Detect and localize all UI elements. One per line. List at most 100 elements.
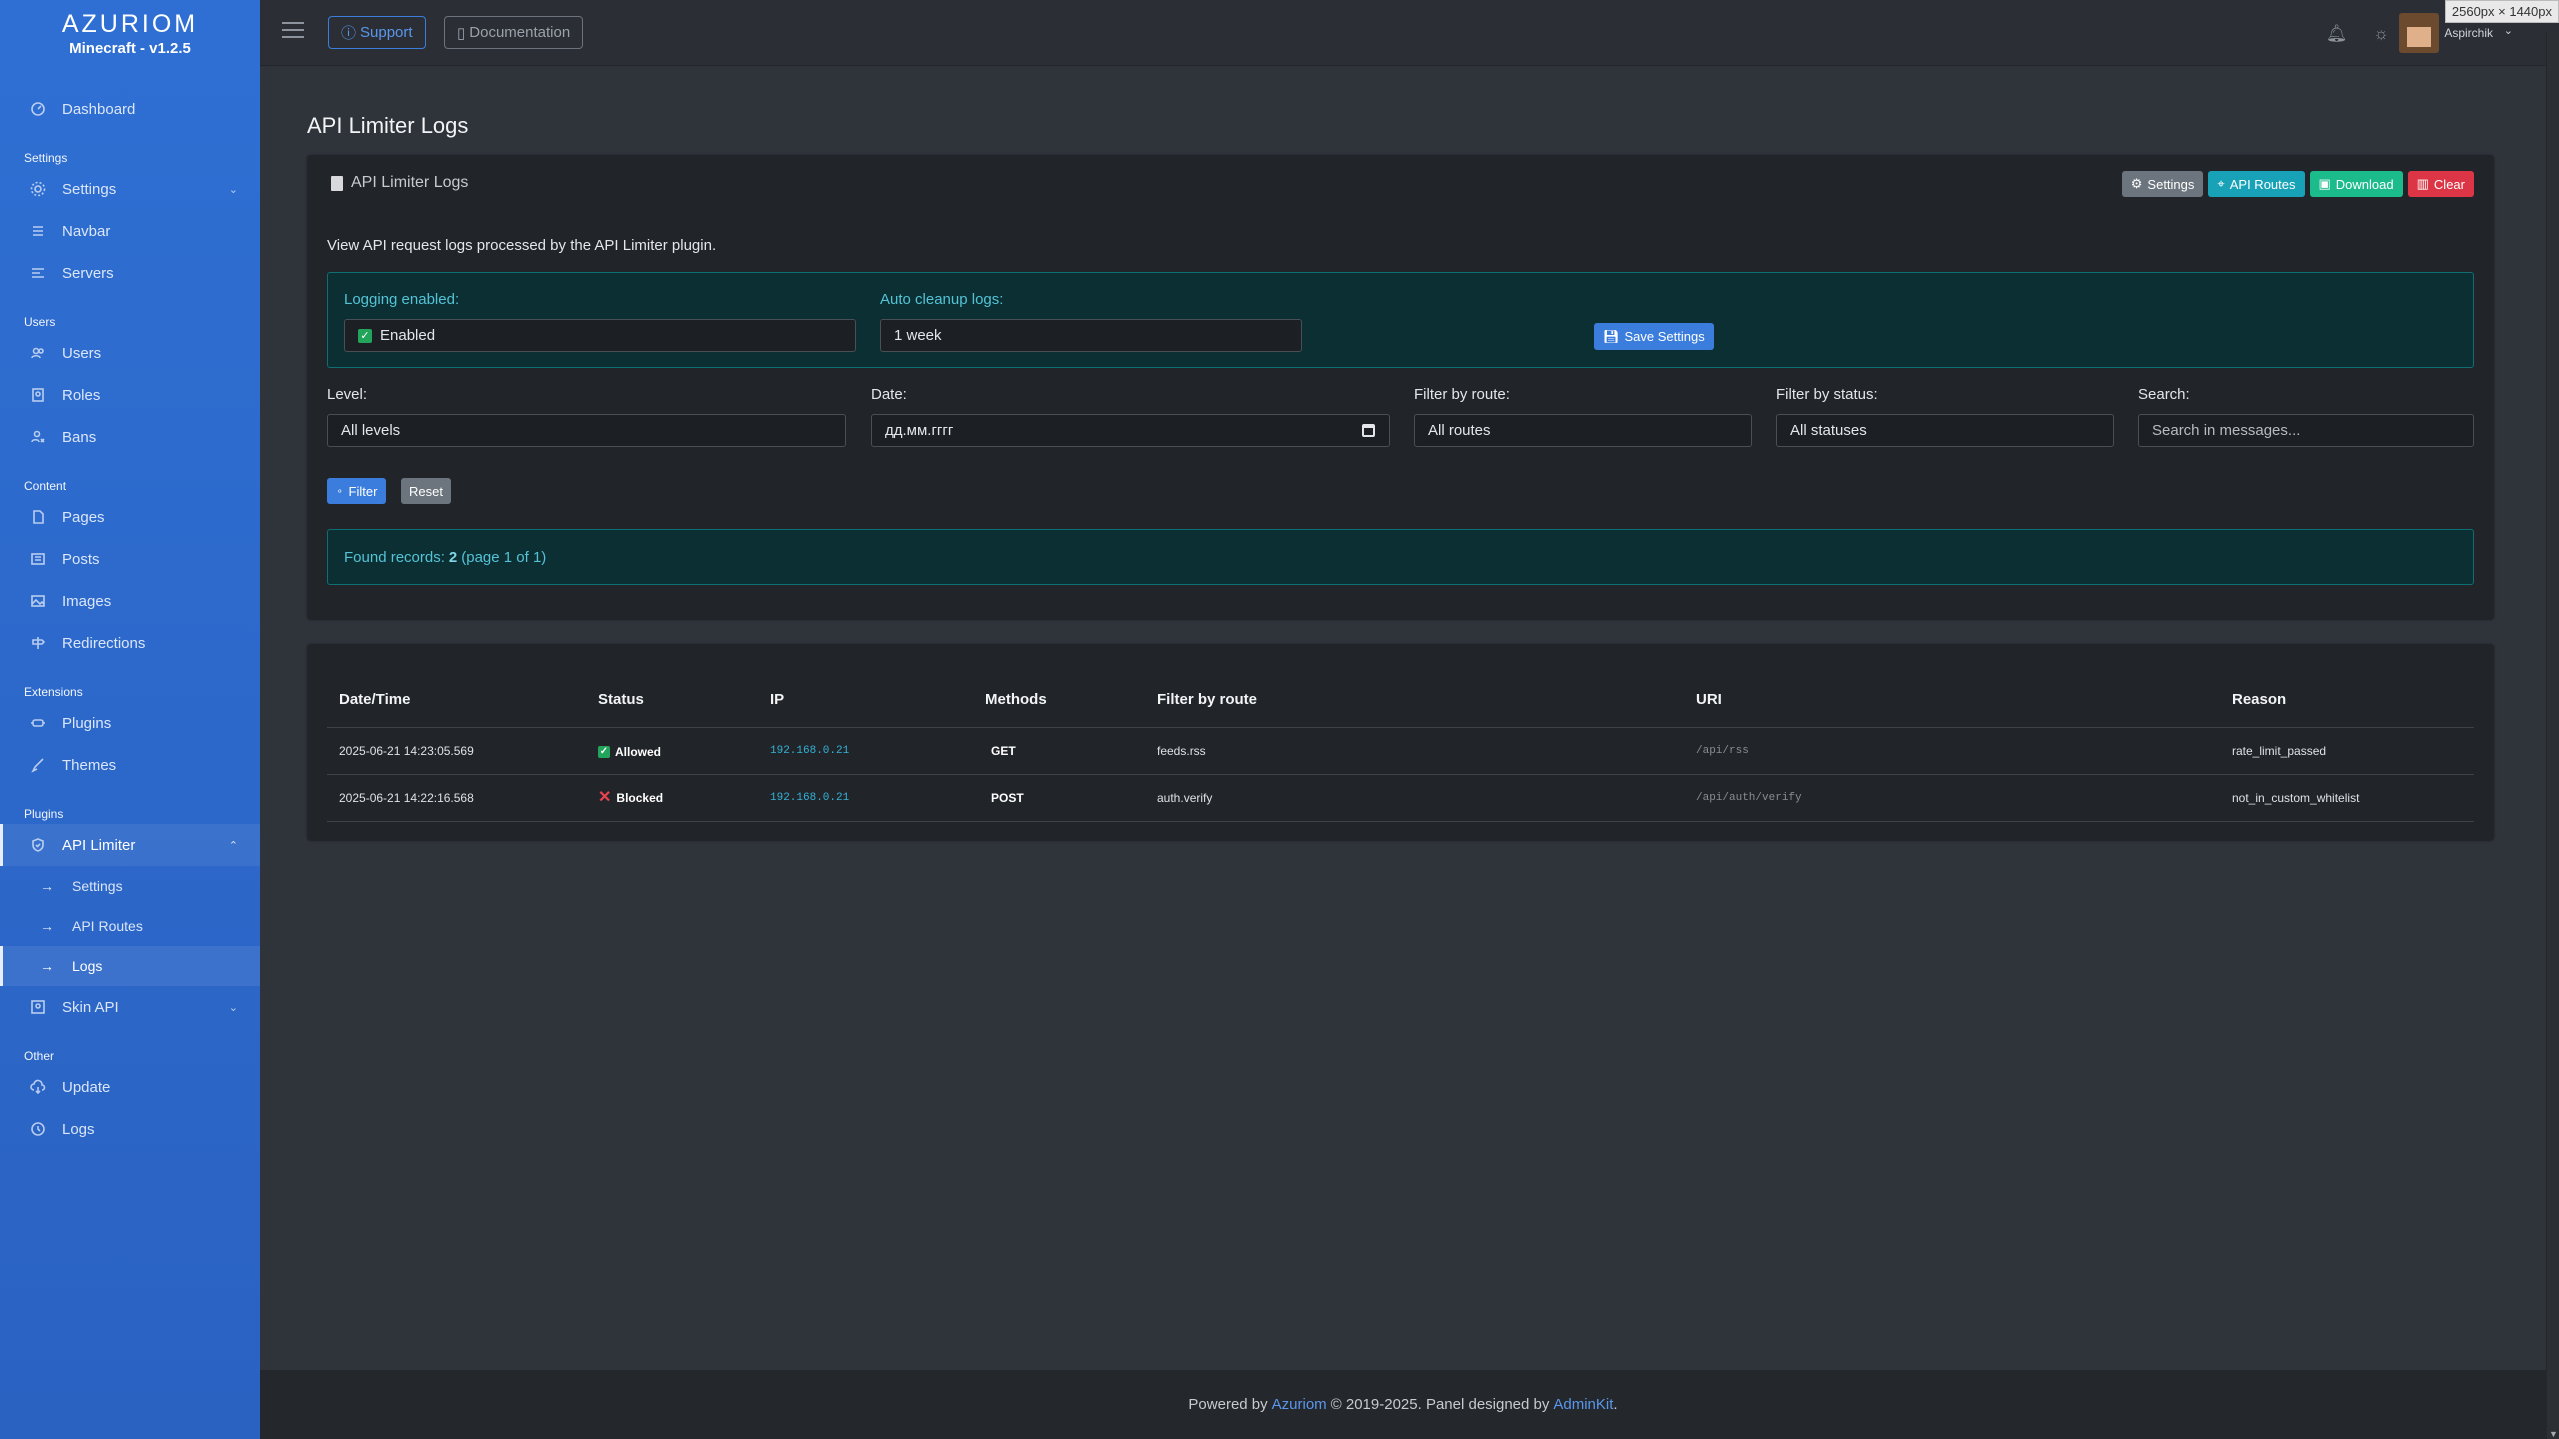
chevron-down-icon: ⌄ <box>228 1001 238 1014</box>
date-label: Date: <box>871 386 907 403</box>
route-select[interactable]: All routes <box>1414 414 1752 447</box>
sidebar-item-bans[interactable]: Bans <box>0 416 260 458</box>
clear-button[interactable]: ▥ Clear <box>2407 171 2474 197</box>
cell-ip: 192.168.0.21 <box>758 774 973 822</box>
sidebar-subitem-label: Settings <box>72 878 123 894</box>
chevron-down-icon: ⌄ <box>228 183 238 196</box>
sidebar-item-servers[interactable]: Servers <box>0 252 260 294</box>
documentation-button[interactable]: ▯ Documentation <box>444 16 584 49</box>
sidebar-subitem-api-routes[interactable]: → API Routes <box>0 906 260 946</box>
signpost-icon <box>30 635 46 651</box>
avatar[interactable] <box>2399 13 2439 53</box>
dashboard-icon <box>30 101 46 117</box>
sidebar-item-navbar[interactable]: Navbar <box>0 210 260 252</box>
adminkit-link[interactable]: AdminKit <box>1553 1396 1613 1413</box>
footer-end: . <box>1613 1396 1618 1413</box>
check-icon: ✓ <box>358 328 372 343</box>
sidebar-item-themes[interactable]: Themes <box>0 744 260 786</box>
cell-method: POST <box>973 774 1145 822</box>
settings-button[interactable]: ⚙ Settings <box>2121 171 2204 197</box>
cleanup-select[interactable]: 1 week <box>880 319 1302 352</box>
sidebar-item-label: Bans <box>62 428 97 446</box>
status-select[interactable]: All statuses <box>1776 414 2114 447</box>
download-icon: ▣ <box>2318 176 2331 191</box>
cell-datetime: 2025-06-21 14:23:05.569 <box>327 727 586 775</box>
sidebar-item-images[interactable]: Images <box>0 580 260 622</box>
sidebar-item-logs[interactable]: Logs <box>0 1108 260 1150</box>
reset-button[interactable]: Reset <box>401 478 451 504</box>
sidebar-item-redirections[interactable]: Redirections <box>0 622 260 664</box>
download-label: Download <box>2335 176 2394 192</box>
api-routes-button[interactable]: ⌖ API Routes <box>2208 171 2305 197</box>
bell-icon[interactable]: 🔔︎ <box>2326 24 2348 44</box>
gear-icon <box>30 181 46 197</box>
table-row[interactable]: 2025-06-21 14:23:05.569 ✓ Allowed 192.168… <box>327 727 2474 775</box>
username[interactable]: Aspirchik <box>2444 26 2493 40</box>
col-uri[interactable]: URI <box>1684 672 2220 728</box>
brand[interactable]: AZURIOM Minecraft - v1.2.5 <box>0 0 260 66</box>
sun-icon[interactable]: ☼ <box>2373 24 2389 44</box>
sidebar-subitem-settings[interactable]: → Settings <box>0 866 260 906</box>
sidebar-item-label: Update <box>62 1078 111 1096</box>
col-reason[interactable]: Reason <box>2220 672 2474 728</box>
sidebar-item-settings[interactable]: Settings ⌄ <box>0 168 260 210</box>
trash-icon: ▥ <box>2416 176 2429 191</box>
sidebar-item-label: Posts <box>62 550 100 568</box>
save-settings-button[interactable]: 💾︎ Save Settings <box>1594 323 1714 350</box>
hamburger-menu-icon[interactable] <box>282 22 304 43</box>
sidebar-item-posts[interactable]: Posts <box>0 538 260 580</box>
level-value: All levels <box>341 422 401 439</box>
logging-select[interactable]: ✓ Enabled <box>344 319 856 352</box>
sidebar-subitem-logs[interactable]: → Logs <box>0 946 260 986</box>
scroll-down-icon[interactable]: ▼ <box>2549 1429 2558 1439</box>
brand-version: Minecraft - v1.2.5 <box>69 39 191 57</box>
chevron-down-icon[interactable]: ⌄ <box>2504 24 2513 37</box>
sidebar-item-users[interactable]: Users <box>0 332 260 374</box>
cell-reason: not_in_custom_whitelist <box>2220 774 2474 822</box>
sidebar-item-pages[interactable]: Pages <box>0 496 260 538</box>
sidebar-item-skin-api[interactable]: Skin API ⌄ <box>0 986 260 1028</box>
search-input[interactable]: Search in messages... <box>2138 414 2474 447</box>
nav-header-users: Users <box>24 315 56 329</box>
sidebar-item-label: Logs <box>62 1120 95 1138</box>
search-placeholder: Search in messages... <box>2152 422 2301 439</box>
sidebar-item-plugins[interactable]: Plugins <box>0 702 260 744</box>
sidebar-item-dashboard[interactable]: Dashboard <box>0 88 260 130</box>
logs-table-card: Date/Time Status IP Methods Filter by ro… <box>307 644 2494 841</box>
col-route[interactable]: Filter by route <box>1145 672 1684 728</box>
sidebar-item-label: Settings <box>62 180 117 198</box>
azuriom-link[interactable]: Azuriom <box>1272 1396 1327 1413</box>
col-ip[interactable]: IP <box>758 672 973 728</box>
plugin-icon <box>30 715 46 731</box>
sidebar-item-roles[interactable]: Roles <box>0 374 260 416</box>
table-row[interactable]: 2025-06-21 14:22:16.568 ✕ Blocked 192.168… <box>327 774 2474 822</box>
sidebar-subitem-label: API Routes <box>72 918 143 934</box>
calendar-icon[interactable] <box>1362 424 1375 437</box>
sidebar-item-label: Pages <box>62 508 105 526</box>
filter-button[interactable]: ⚬ Filter <box>327 478 387 504</box>
level-select[interactable]: All levels <box>327 414 846 447</box>
sidebar-item-api-limiter[interactable]: API Limiter ⌃ <box>0 824 260 866</box>
nav-header-settings: Settings <box>24 151 68 165</box>
scrollbar[interactable]: ▼ <box>2546 32 2559 1439</box>
col-status[interactable]: Status <box>586 672 758 728</box>
card-title: API Limiter Logs <box>331 174 468 192</box>
table-header-row: Date/Time Status IP Methods Filter by ro… <box>327 672 2474 728</box>
save-icon: 💾︎ <box>1603 328 1620 344</box>
reset-label: Reset <box>409 483 443 499</box>
date-input[interactable]: дд.мм.гггг <box>871 414 1390 447</box>
footer-powered: Powered by <box>1188 1396 1268 1413</box>
nav-header-plugins: Plugins <box>24 807 64 821</box>
cleanup-value: 1 week <box>894 327 942 344</box>
settings-box: Logging enabled: ✓ Enabled Auto cleanup … <box>327 272 2474 368</box>
col-methods[interactable]: Methods <box>973 672 1145 728</box>
page-title: API Limiter Logs <box>307 113 469 138</box>
support-button[interactable]: ⓘ Support <box>328 16 426 49</box>
sidebar-item-update[interactable]: Update <box>0 1066 260 1108</box>
download-button[interactable]: ▣ Download <box>2309 171 2403 197</box>
save-settings-label: Save Settings <box>1624 329 1705 344</box>
topbar: ⓘ Support ▯ Documentation 🔔︎ ☼ Aspirchik… <box>260 0 2559 66</box>
cell-datetime: 2025-06-21 14:22:16.568 <box>327 774 586 822</box>
cleanup-label: Auto cleanup logs: <box>880 291 1004 308</box>
col-datetime[interactable]: Date/Time <box>327 672 586 728</box>
